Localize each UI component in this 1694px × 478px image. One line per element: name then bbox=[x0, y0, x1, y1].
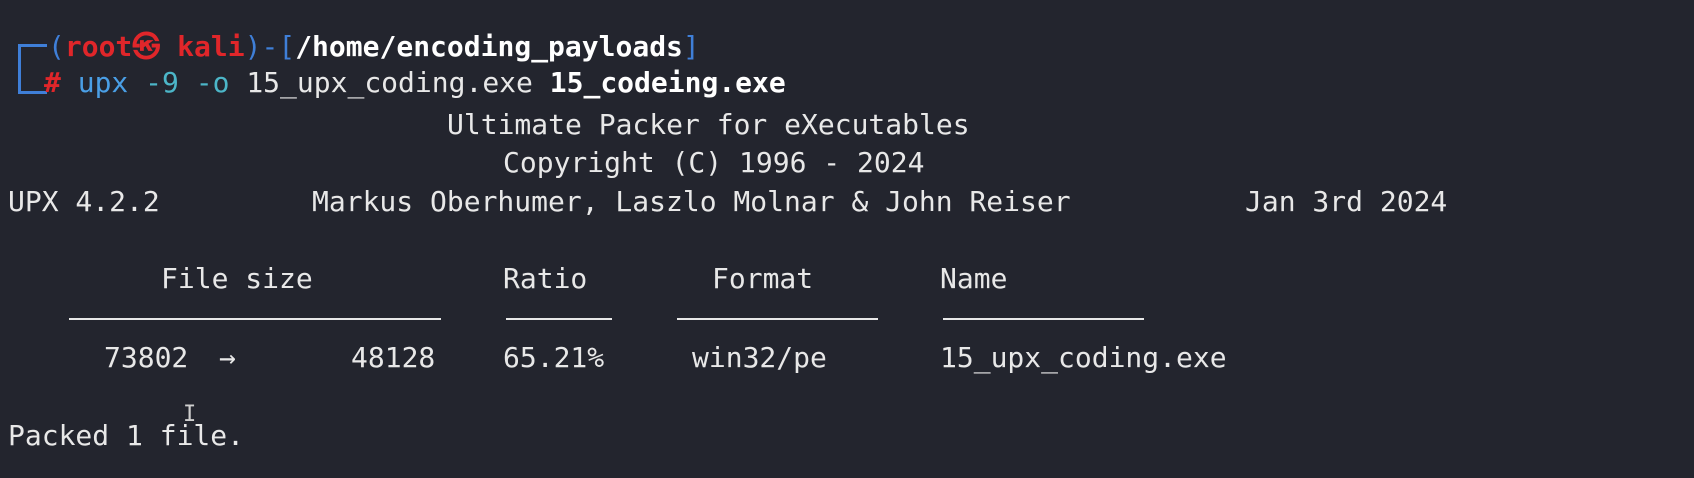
prompt-header: (root㉿ kali)-[/home/encoding_payloads] bbox=[48, 27, 700, 67]
divider-ratio bbox=[506, 318, 612, 320]
prompt-hash: # bbox=[44, 66, 61, 99]
row-format: win32/pe bbox=[692, 341, 827, 374]
prompt-close-paren: ) bbox=[244, 30, 262, 63]
banner-date: Jan 3rd 2024 bbox=[1245, 185, 1448, 218]
row-original-size: 73802 bbox=[104, 341, 189, 374]
prompt-open-paren: ( bbox=[48, 30, 65, 63]
header-name: Name bbox=[940, 262, 1008, 295]
row-packed-size: 48128 bbox=[351, 341, 436, 374]
prompt-symbol: ㉿ bbox=[132, 30, 161, 63]
banner-authors: Markus Oberhumer, Laszlo Molnar & John R… bbox=[312, 185, 1071, 218]
header-file-size: File size bbox=[161, 262, 313, 295]
divider-name bbox=[943, 318, 1144, 320]
command-input-file: 15_codeing.exe bbox=[549, 66, 786, 99]
header-ratio: Ratio bbox=[503, 262, 588, 295]
command-args: -9 -o bbox=[145, 66, 230, 99]
row-ratio: 65.21% bbox=[503, 341, 605, 374]
prompt-path: /home/encoding_payloads bbox=[295, 30, 683, 63]
prompt-user: root bbox=[64, 30, 133, 63]
row-arrow: → bbox=[219, 341, 236, 374]
row-name: 15_upx_coding.exe bbox=[940, 341, 1227, 374]
command-output-file: 15_upx_coding.exe bbox=[246, 66, 533, 99]
command-name: upx bbox=[77, 66, 129, 99]
prompt-dash: -[ bbox=[261, 30, 296, 63]
header-format: Format bbox=[712, 262, 814, 295]
banner-title: Ultimate Packer for eXecutables bbox=[447, 108, 970, 141]
banner-version: UPX 4.2.2 bbox=[8, 185, 160, 218]
text-cursor-icon: I bbox=[183, 402, 197, 427]
summary-text: Packed 1 file. bbox=[8, 419, 245, 452]
banner-copyright: Copyright (C) 1996 - 2024 bbox=[503, 146, 925, 179]
divider-file-size bbox=[69, 318, 441, 320]
divider-format bbox=[677, 318, 878, 320]
command-line[interactable]: # upx -9 -o 15_upx_coding.exe 15_codeing… bbox=[44, 63, 786, 103]
prompt-host: kali bbox=[177, 30, 245, 63]
prompt-close-bracket: ] bbox=[682, 30, 700, 63]
